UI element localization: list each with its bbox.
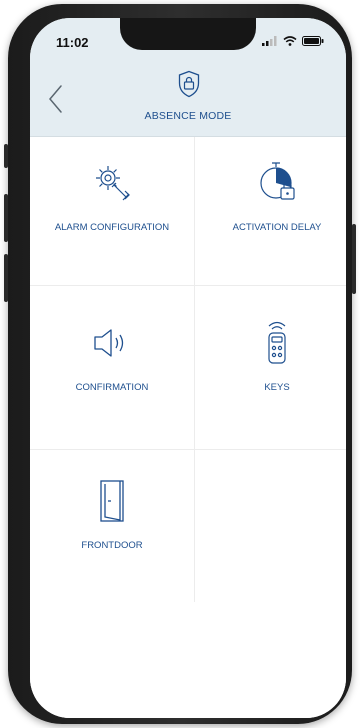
battery-icon	[302, 36, 324, 46]
silent-switch	[4, 144, 8, 168]
page-title: ABSENCE MODE	[144, 110, 232, 122]
power-button	[352, 224, 356, 294]
app-header: ABSENCE MODE	[30, 62, 346, 137]
confirmation-label: CONFIRMATION	[75, 382, 149, 393]
menu-grid: ALARM CONFIGURATION ACTIVATION DELAY CON…	[30, 137, 346, 718]
status-bar: 11:02	[30, 18, 346, 62]
signal-icon	[262, 36, 277, 46]
frontdoor-tile[interactable]: FRONTDOOR	[30, 455, 194, 603]
shield-lock-icon	[178, 70, 200, 98]
door-icon	[100, 480, 124, 522]
activation-delay-label: ACTIVATION DELAY	[232, 222, 322, 233]
page: 11:02 ABSENCE MODE ALARM CONFIGURATION A…	[0, 0, 360, 728]
keys-label: KEYS	[264, 382, 290, 393]
grid-divider-horizontal-1	[30, 285, 346, 286]
status-time: 11:02	[56, 35, 89, 50]
activation-delay-tile[interactable]: ACTIVATION DELAY	[195, 137, 346, 285]
alarm-configuration-label: ALARM CONFIGURATION	[54, 222, 170, 233]
grid-divider-horizontal-2	[30, 449, 346, 450]
stopwatch-lock-icon	[260, 162, 295, 200]
confirmation-tile[interactable]: CONFIRMATION	[30, 297, 194, 445]
camera-notch	[120, 18, 256, 50]
frontdoor-label: FRONTDOOR	[81, 540, 143, 551]
gear-wrench-icon	[96, 166, 130, 201]
status-icons	[262, 36, 324, 46]
volume-down-button	[4, 254, 8, 302]
alarm-configuration-tile[interactable]: ALARM CONFIGURATION	[30, 137, 194, 285]
wifi-icon	[283, 36, 297, 46]
remote-key-icon	[268, 321, 286, 364]
phone-screen: 11:02 ABSENCE MODE ALARM CONFIGURATION A…	[30, 18, 346, 718]
phone-frame: 11:02 ABSENCE MODE ALARM CONFIGURATION A…	[4, 4, 356, 724]
volume-up-button	[4, 194, 8, 242]
speaker-icon	[94, 329, 124, 357]
keys-tile[interactable]: KEYS	[195, 297, 346, 445]
